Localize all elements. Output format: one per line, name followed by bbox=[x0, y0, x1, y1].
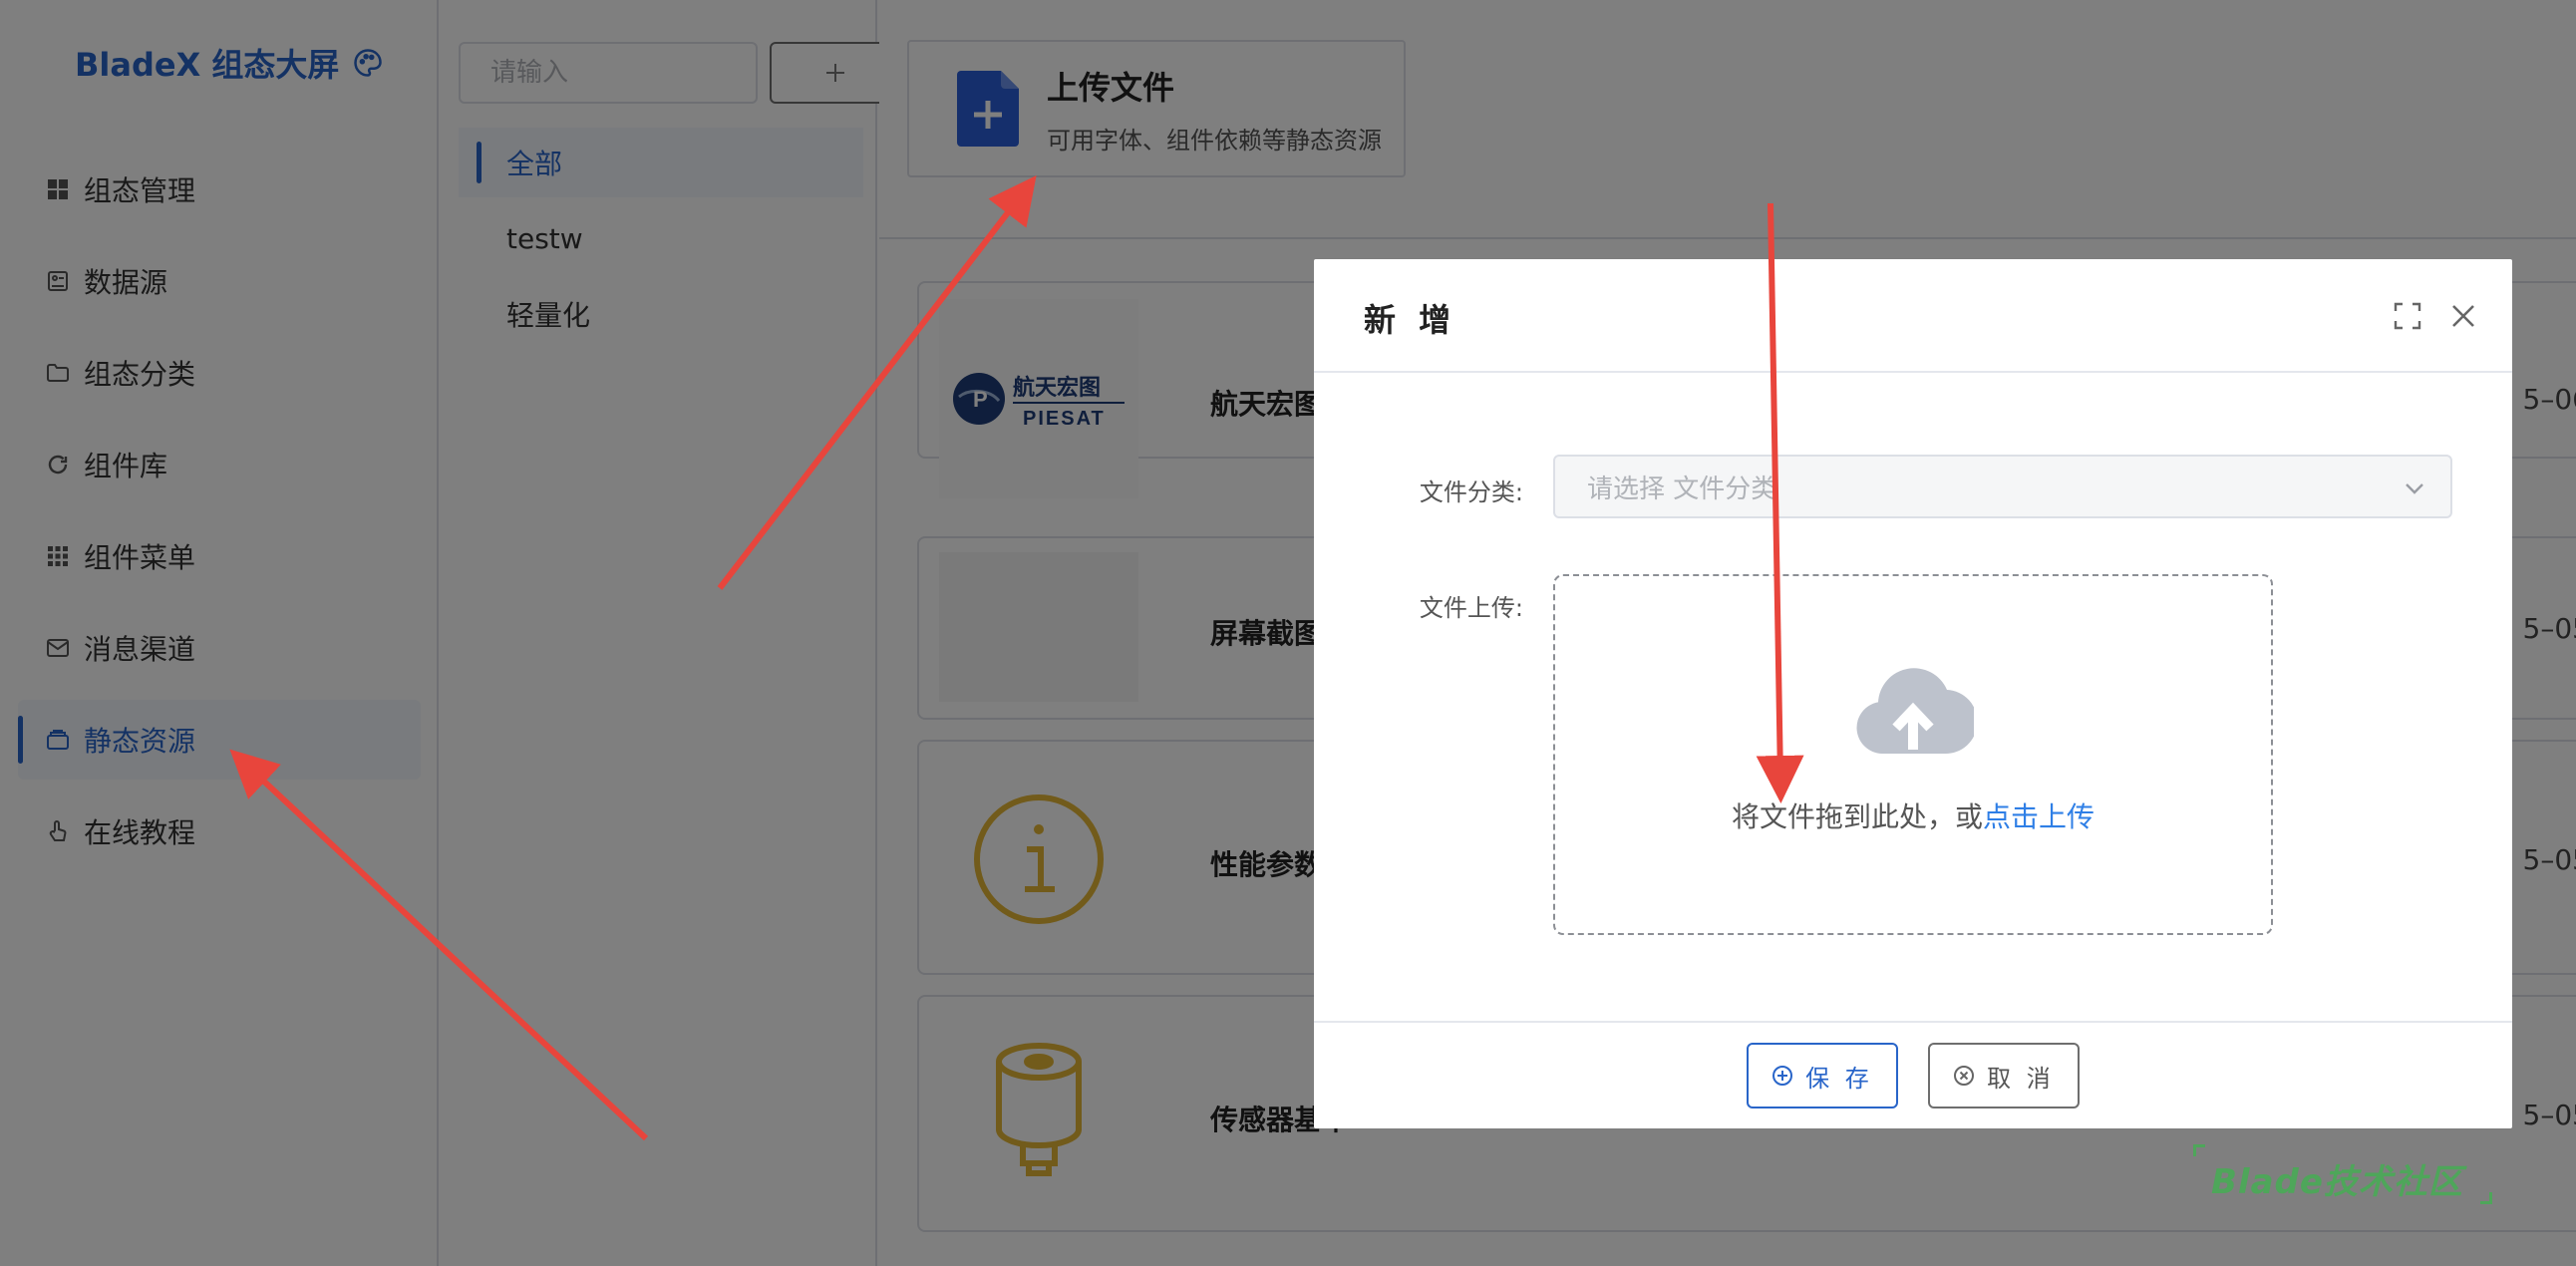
dropzone-text: 将文件拖到此处，或点击上传 bbox=[1555, 795, 2271, 835]
file-category-label: 文件分类: bbox=[1419, 478, 1523, 506]
dialog-header-divider bbox=[1314, 371, 2512, 373]
chevron-down-icon bbox=[2406, 483, 2423, 494]
cancel-button[interactable]: 取 消 bbox=[1928, 1043, 2080, 1108]
watermark-text: Blade技术社区 bbox=[2211, 1162, 2463, 1202]
watermark: Blade技术社区 bbox=[2193, 1144, 2492, 1204]
file-category-select[interactable]: 请选择 文件分类 bbox=[1553, 455, 2452, 518]
save-button-label: 保 存 bbox=[1805, 1064, 1873, 1093]
fullscreen-icon[interactable] bbox=[2393, 301, 2422, 331]
close-circle-icon bbox=[1954, 1066, 1975, 1086]
click-upload-link[interactable]: 点击上传 bbox=[1983, 800, 2094, 833]
cancel-button-label: 取 消 bbox=[1987, 1064, 2055, 1093]
upload-dropzone[interactable]: 将文件拖到此处，或点击上传 bbox=[1553, 574, 2273, 935]
watermark-corner bbox=[2193, 1144, 2205, 1156]
select-placeholder: 请选择 文件分类 bbox=[1587, 474, 1777, 504]
add-dialog: 新 增 文件分类: 请选择 文件分类 文件上传: 将文件拖到此处，或点击上传 保… bbox=[1314, 259, 2512, 1128]
save-button[interactable]: 保 存 bbox=[1747, 1043, 1898, 1108]
cloud-upload-icon bbox=[1856, 668, 1974, 755]
drop-hint: 将文件拖到此处，或 bbox=[1731, 800, 1983, 833]
watermark-corner bbox=[2480, 1192, 2492, 1204]
dialog-title: 新 增 bbox=[1364, 301, 1457, 339]
file-upload-label: 文件上传: bbox=[1419, 594, 1523, 622]
plus-circle-icon bbox=[1772, 1066, 1793, 1086]
close-icon[interactable] bbox=[2448, 301, 2478, 331]
dialog-footer-divider bbox=[1314, 1021, 2512, 1023]
